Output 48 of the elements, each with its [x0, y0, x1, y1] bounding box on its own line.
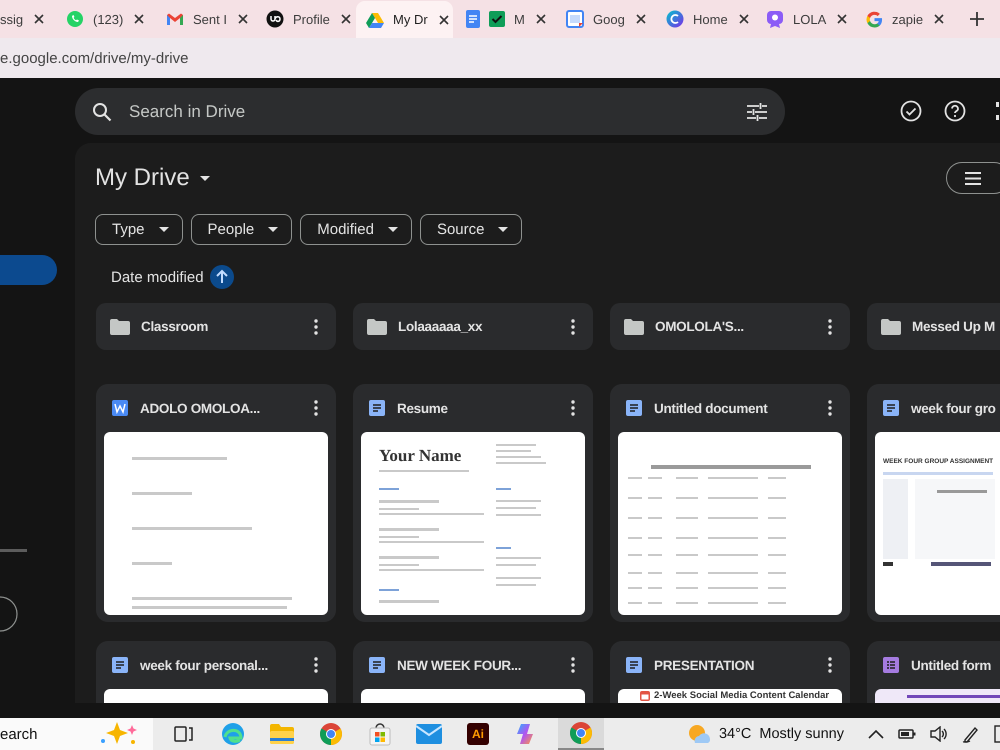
file-name: PRESENTATION	[654, 658, 756, 672]
file-card[interactable]: Untitled document	[610, 384, 850, 622]
file-card[interactable]: PRESENTATION 2-Week Social Media Content Calendar	[610, 641, 850, 703]
file-card[interactable]: Resume Your Name	[353, 384, 593, 622]
page-title[interactable]: My Drive	[95, 164, 190, 192]
filter-chip[interactable]: Modified	[300, 214, 412, 245]
app-logo-icon[interactable]: Ai	[467, 723, 489, 745]
file-name: ADOLO OMOLOA...	[140, 400, 261, 416]
file-name: Resume	[397, 400, 449, 416]
file-name: Untitled document	[654, 400, 769, 416]
temperature-text: 34°C	[718, 726, 752, 742]
folder-card[interactable]: Lolaaaaaa_xx	[353, 303, 593, 350]
search-field[interactable]: Search in Drive	[129, 102, 730, 122]
filter-chip[interactable]: Source	[420, 214, 522, 245]
file-name: Untitled form	[911, 658, 992, 672]
browser-tab[interactable]: (123)	[56, 3, 153, 35]
browser-tab[interactable]: Sent I	[156, 3, 253, 35]
preview-heading: 2-Week Social Media Content Calendar	[654, 690, 830, 701]
browser-tab[interactable]: LOLA	[756, 3, 853, 35]
browser-tab[interactable]: zapie	[856, 3, 953, 35]
browser-tab[interactable]: My Dr	[356, 1, 453, 38]
browser-tab[interactable]: M	[456, 3, 553, 35]
folder-name: Lolaaaaaa_xx	[398, 319, 484, 334]
weather-text: Mostly sunny	[759, 726, 844, 742]
folder-name: OMOLOLA'S...	[655, 319, 745, 334]
browser-tab[interactable]: Home	[656, 3, 753, 35]
file-card[interactable]: Untitled form	[867, 641, 1000, 703]
file-name: week four gro	[911, 400, 997, 416]
search-bar[interactable]: Search in Drive	[75, 88, 785, 135]
sort-label[interactable]: Date modified	[111, 268, 204, 286]
file-card[interactable]: NEW WEEK FOUR...	[353, 641, 593, 703]
folder-card[interactable]: Classroom	[96, 303, 336, 350]
folder-card[interactable]: OMOLOLA'S...	[610, 303, 850, 350]
folder-name: Messed Up M	[912, 319, 996, 334]
preview-heading: Your Name	[379, 446, 462, 466]
browser-tab[interactable]: Profile	[256, 3, 353, 35]
file-card[interactable]: ADOLO OMOLOA...	[96, 384, 336, 622]
browser-tab[interactable]: ssig	[0, 3, 53, 35]
taskbar-search[interactable]: earch	[0, 718, 153, 750]
filter-chip[interactable]: People	[190, 214, 292, 245]
browser-tab[interactable]: Goog	[556, 3, 653, 35]
file-name: NEW WEEK FOUR...	[397, 658, 522, 672]
file-card[interactable]: week four personal...	[96, 641, 336, 703]
filter-chip[interactable]: Type	[95, 214, 183, 245]
folder-card[interactable]: Messed Up M	[867, 303, 1000, 350]
folder-name: Classroom	[141, 319, 210, 334]
file-name: week four personal...	[140, 658, 269, 672]
address-text[interactable]: e.google.com/drive/my-drive	[0, 50, 188, 66]
